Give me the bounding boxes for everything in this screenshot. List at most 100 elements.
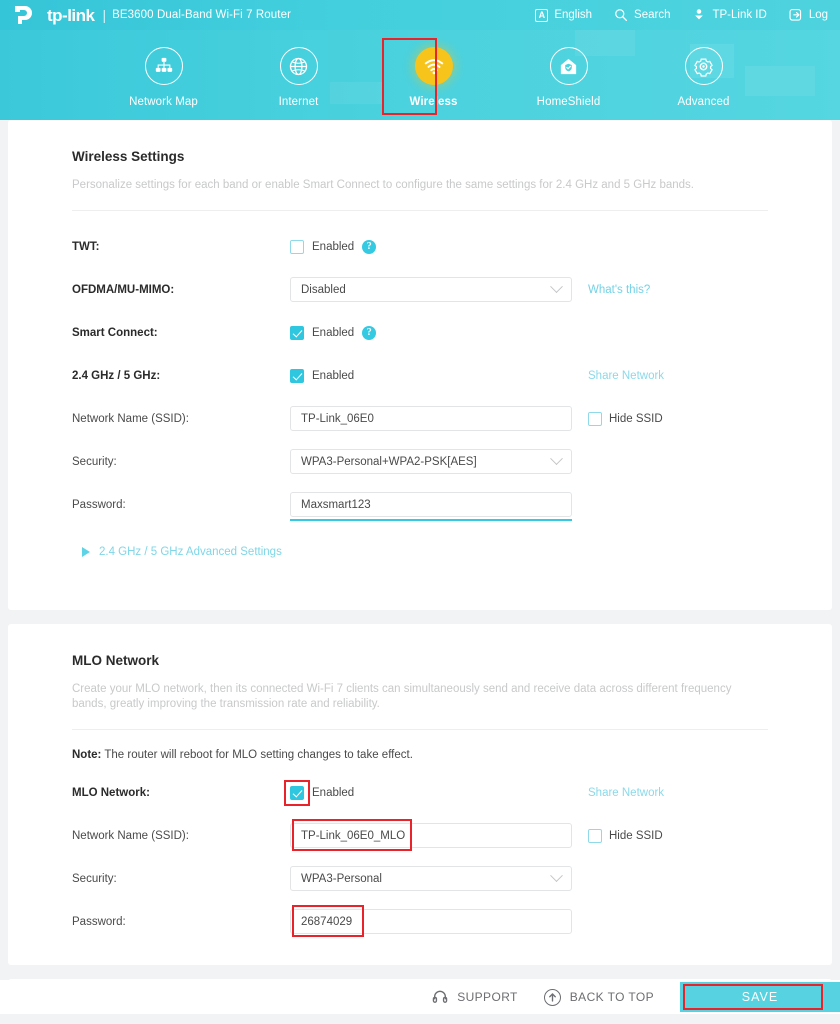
language-button[interactable]: A English [535, 8, 593, 22]
nav-tab-homeshield[interactable]: HomeShield [501, 39, 636, 108]
language-icon: A [535, 8, 549, 22]
mlo-network-card: MLO Network Create your MLO network, the… [8, 624, 832, 965]
ofdma-whats-this-link[interactable]: What's this? [588, 284, 650, 296]
twt-help-icon[interactable]: ? [362, 239, 377, 254]
main-navigation: Network Map Internet Wireless HomeShield… [0, 30, 840, 120]
save-button[interactable]: SAVE [680, 982, 840, 1012]
globe-icon [279, 47, 318, 85]
mlo-share-network-link[interactable]: Share Network [588, 787, 664, 799]
password-focus-underline [290, 518, 572, 521]
twt-row: TWT: Enabled ? [72, 229, 768, 264]
brand-logo[interactable]: tp-link [14, 4, 95, 26]
mlo-password-input[interactable]: 26874029 [290, 909, 572, 934]
mlo-network-title: MLO Network [72, 653, 160, 668]
tp-link-logo-icon [15, 6, 32, 24]
nav-label-advanced: Advanced [677, 96, 730, 108]
nav-label-network-map: Network Map [129, 96, 198, 108]
ofdma-select-value: Disabled [301, 283, 346, 296]
logout-icon [789, 9, 801, 21]
smart-connect-checkbox-label: Enabled [312, 326, 355, 339]
security-select[interactable]: WPA3-Personal+WPA2-PSK[AES] [290, 449, 572, 474]
security-row: Security: WPA3-Personal+WPA2-PSK[AES] [72, 444, 768, 479]
smart-connect-row: Smart Connect: Enabled ? [72, 315, 768, 350]
mlo-ssid-label: Network Name (SSID): [72, 829, 189, 842]
mlo-enable-label: MLO Network: [72, 786, 150, 799]
twt-checkbox-label: Enabled [312, 240, 355, 253]
security-label: Security: [72, 455, 117, 468]
logout-button[interactable]: Log [789, 8, 828, 22]
home-shield-icon [549, 47, 588, 85]
headset-icon [431, 989, 448, 1006]
twt-checkbox[interactable] [290, 239, 304, 254]
smart-connect-label: Smart Connect: [72, 326, 158, 339]
ofdma-row: OFDMA/MU-MIMO: Disabled What's this? [72, 272, 768, 307]
smart-connect-help-icon[interactable]: ? [362, 325, 377, 340]
ofdma-label: OFDMA/MU-MIMO: [72, 283, 175, 296]
chevron-down-icon [550, 869, 563, 883]
back-to-top-button[interactable]: BACK TO TOP [543, 988, 654, 1006]
mlo-enable-checkbox-label: Enabled [312, 786, 355, 799]
wireless-settings-card: Wireless Settings Personalize settings f… [8, 120, 832, 610]
nav-tab-advanced[interactable]: Advanced [636, 39, 771, 108]
nav-tab-wireless[interactable]: Wireless [366, 38, 501, 115]
top-bar-menu: A English Search TP-Link ID Log [535, 8, 830, 22]
ofdma-select[interactable]: Disabled [290, 277, 572, 302]
bands-label: 2.4 GHz / 5 GHz: [72, 369, 161, 382]
content-area: Wireless Settings Personalize settings f… [0, 120, 840, 1014]
search-icon [615, 9, 628, 22]
triangle-right-icon [82, 547, 90, 557]
mlo-password-row: Password: 26874029 [72, 904, 768, 939]
wireless-settings-title: Wireless Settings [72, 149, 185, 164]
mlo-security-select-value: WPA3-Personal [301, 872, 382, 885]
ssid-input[interactable]: TP-Link_06E0 [290, 406, 572, 431]
chevron-down-icon [550, 452, 563, 466]
top-bar: tp-link | BE3600 Dual-Band Wi-Fi 7 Route… [0, 0, 840, 30]
back-to-top-label: BACK TO TOP [569, 990, 654, 1004]
password-row: Password: Maxsmart123 [72, 487, 768, 522]
mlo-note-text: The router will reboot for MLO setting c… [101, 749, 413, 761]
page-footer: SUPPORT BACK TO TOP SAVE [0, 980, 840, 1014]
advanced-settings-toggle[interactable]: 2.4 GHz / 5 GHz Advanced Settings [72, 522, 768, 584]
mlo-ssid-input[interactable]: TP-Link_06E0_MLO [290, 823, 572, 848]
nav-label-internet: Internet [278, 96, 319, 108]
wifi-icon [414, 47, 453, 85]
hide-ssid-checkbox[interactable] [588, 411, 602, 426]
password-label: Password: [72, 498, 126, 511]
mlo-network-description: Create your MLO network, then its connec… [72, 682, 768, 730]
mlo-note: Note: The router will reboot for MLO set… [72, 730, 768, 761]
mlo-ssid-row: Network Name (SSID): TP-Link_06E0_MLO Hi… [72, 818, 768, 853]
nav-label-homeshield: HomeShield [536, 96, 601, 108]
logout-label: Log [808, 9, 828, 21]
network-map-icon [144, 47, 183, 85]
ssid-label: Network Name (SSID): [72, 412, 189, 425]
password-input[interactable]: Maxsmart123 [290, 492, 572, 517]
brand-name: tp-link [47, 5, 95, 25]
nav-label-wireless: Wireless [409, 96, 458, 108]
wireless-settings-description: Personalize settings for each band or en… [72, 178, 768, 211]
search-button[interactable]: Search [614, 8, 670, 22]
nav-tab-internet[interactable]: Internet [231, 39, 366, 108]
mlo-note-label: Note: [72, 749, 102, 761]
tplink-id-button[interactable]: TP-Link ID [692, 8, 767, 22]
chevron-down-icon [550, 280, 563, 294]
mlo-security-label: Security: [72, 872, 117, 885]
support-button[interactable]: SUPPORT [431, 989, 518, 1006]
mlo-hide-ssid-checkbox[interactable] [588, 828, 602, 843]
nav-tab-network-map[interactable]: Network Map [96, 39, 231, 108]
brand-separator: | [102, 7, 107, 23]
bands-checkbox[interactable] [290, 368, 304, 383]
bands-share-network-link[interactable]: Share Network [588, 370, 664, 382]
mlo-enable-checkbox[interactable] [290, 785, 304, 800]
mlo-security-select[interactable]: WPA3-Personal [290, 866, 572, 891]
mlo-enable-row: MLO Network: Enabled Share Network [72, 775, 768, 810]
hide-ssid-label: Hide SSID [609, 412, 663, 425]
ssid-row: Network Name (SSID): TP-Link_06E0 Hide S… [72, 401, 768, 436]
security-select-value: WPA3-Personal+WPA2-PSK[AES] [301, 455, 477, 468]
save-button-wrapper: SAVE [680, 982, 840, 1012]
mlo-password-label: Password: [72, 915, 126, 928]
bands-row: 2.4 GHz / 5 GHz: Enabled Share Network [72, 358, 768, 393]
smart-connect-checkbox[interactable] [290, 325, 304, 340]
tplink-id-label: TP-Link ID [712, 9, 767, 21]
support-label: SUPPORT [457, 990, 518, 1004]
language-label: English [554, 9, 593, 21]
